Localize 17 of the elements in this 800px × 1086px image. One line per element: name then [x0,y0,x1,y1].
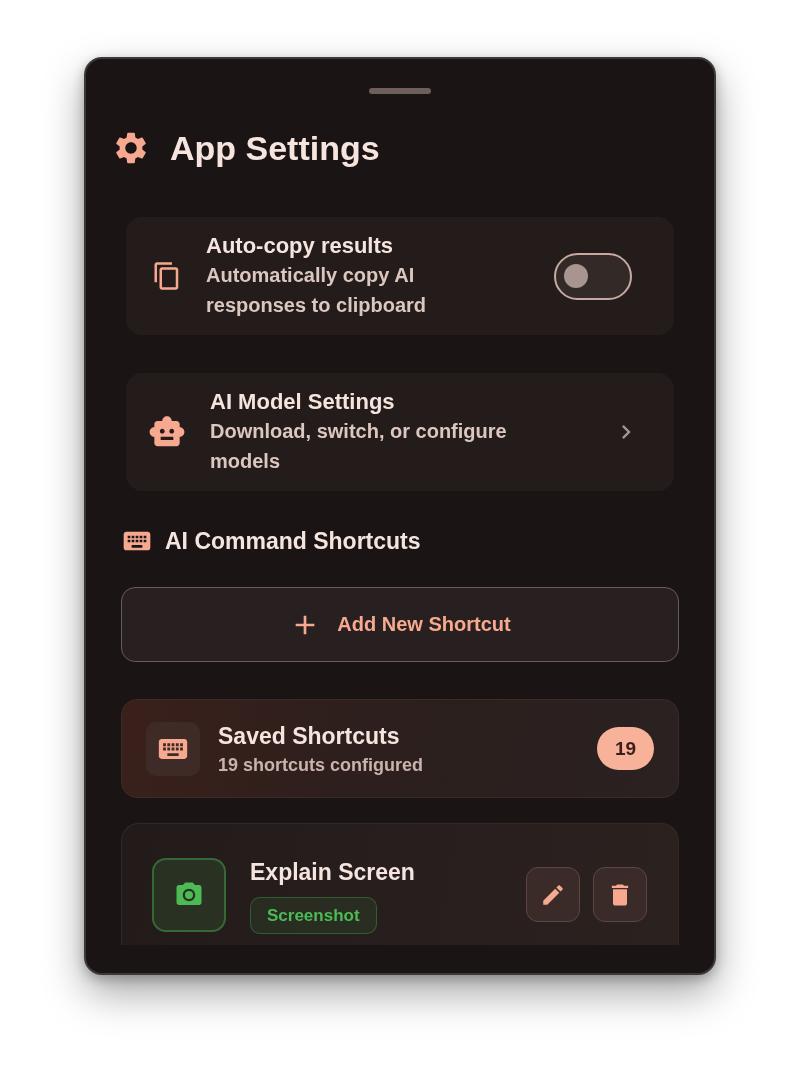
toggle-switch[interactable] [554,252,632,300]
drag-handle[interactable] [369,88,431,94]
panel-title: App Settings [170,128,380,168]
section-title: AI Command Shortcuts [165,527,421,555]
edit-button[interactable] [526,867,580,922]
setting-card[interactable]: AI Model Settings Download, switch, or configure models [126,373,674,491]
setting-description: Download, switch, or configure models [210,419,508,474]
add-shortcut-button[interactable]: Add New Shortcut [121,587,679,662]
shortcut-tag: Screenshot [250,897,377,934]
setting-title: AI Model Settings [210,388,396,416]
count-badge: 19 [597,727,654,770]
shortcut-name: Explain Screen [250,858,416,886]
setting-title: Auto-copy results [206,232,395,260]
setting-description: Automatically copy AI responses to clipboard [206,263,428,318]
delete-button[interactable] [593,867,647,922]
saved-subtitle: 19 shortcuts configured [218,753,425,776]
saved-title: Saved Shortcuts [218,721,401,750]
